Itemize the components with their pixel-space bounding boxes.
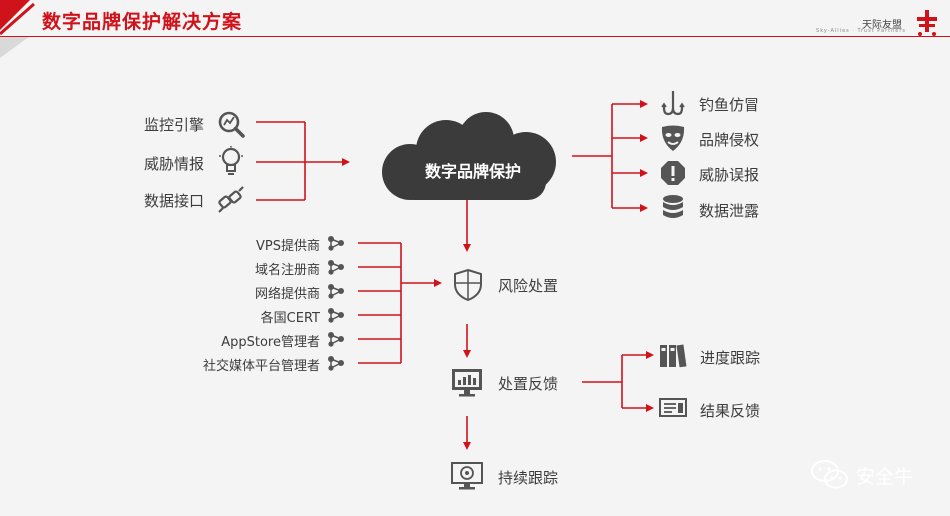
wechat-icon [811, 460, 848, 489]
provider-registrar-label: 域名注册商 [254, 263, 320, 278]
magnifier-chart-icon [218, 111, 245, 138]
share-icon [328, 332, 344, 347]
flow-tracking-label: 持续跟踪 [498, 469, 559, 487]
monitor-chart-icon [452, 369, 482, 397]
monitor-target-icon [451, 462, 483, 490]
source-monitor-engine-label: 监控引擎 [143, 116, 204, 134]
provider-network-label: 网络提供商 [254, 287, 320, 302]
fishhook-icon [661, 91, 685, 116]
center-label: 数字品牌保护 [424, 162, 521, 181]
provider-vps-label: VPS提供商 [256, 239, 320, 254]
document-list-icon [659, 398, 687, 417]
connector-lines [256, 100, 654, 450]
output-progress-label: 进度跟踪 [700, 349, 761, 367]
output-result-label: 结果反馈 [700, 402, 761, 420]
exclamation-icon [661, 161, 685, 185]
lightbulb-icon [219, 146, 243, 175]
share-icon [328, 260, 344, 275]
share-icon [328, 284, 344, 299]
threat-data-leak-label: 数据泄露 [699, 202, 760, 220]
flow-feedback-label: 处置反馈 [498, 375, 559, 393]
source-data-interface-label: 数据接口 [143, 192, 204, 210]
plug-icon [218, 186, 244, 213]
threat-false-alarm-label: 威胁误报 [699, 166, 760, 184]
share-icon [328, 236, 344, 251]
watermark-label: 安全牛 [856, 466, 914, 488]
cloud-icon [382, 112, 556, 200]
binders-icon [660, 344, 687, 368]
database-icon [663, 195, 683, 218]
provider-social-media-label: 社交媒体平台管理者 [202, 359, 320, 374]
share-icon [328, 356, 344, 371]
source-threat-intel-label: 威胁情报 [143, 155, 204, 173]
provider-cert-label: 各国CERT [260, 311, 320, 326]
flow-risk-handling-label: 风险处置 [498, 277, 559, 295]
mask-icon [661, 125, 685, 151]
shield-icon [454, 268, 482, 302]
threat-phishing-label: 钓鱼仿冒 [699, 96, 760, 114]
provider-appstore-label: AppStore管理者 [221, 335, 320, 350]
threat-infringement-label: 品牌侵权 [699, 131, 760, 149]
share-icon [328, 308, 344, 323]
